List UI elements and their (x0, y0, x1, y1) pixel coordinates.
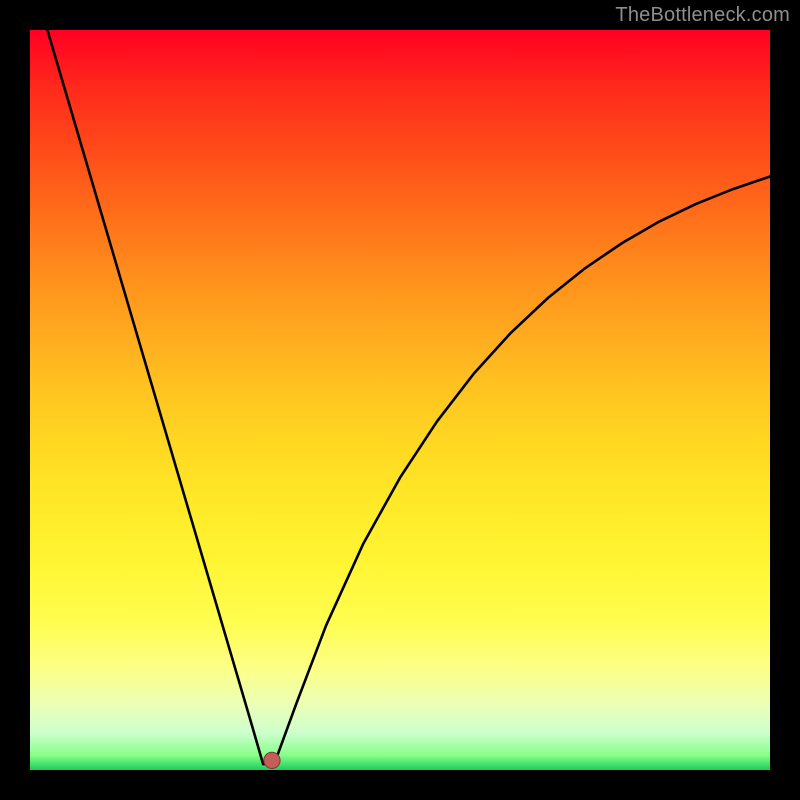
plot-area (30, 30, 770, 770)
curve-svg (30, 30, 770, 770)
chart-canvas: TheBottleneck.com (0, 0, 800, 800)
watermark-text: TheBottleneck.com (615, 4, 790, 27)
optimum-marker (264, 752, 280, 768)
bottleneck-curve (30, 0, 770, 764)
